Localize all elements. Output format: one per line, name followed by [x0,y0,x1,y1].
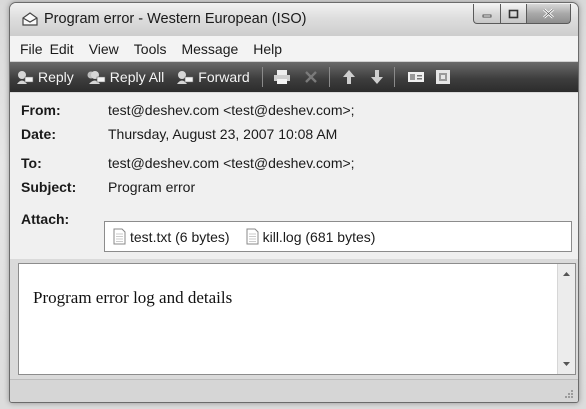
reply-all-icon [87,71,106,84]
message-window: Program error - Western European (ISO) F… [9,2,579,403]
from-value[interactable]: test@deshev.com <test@deshev.com>; [108,102,355,118]
attachment-name: kill.log (681 bytes) [262,228,376,245]
scroll-down-icon[interactable] [561,358,572,369]
reply-all-label: Reply All [109,69,165,85]
inbox-button[interactable] [435,69,451,85]
previous-button[interactable] [342,69,356,85]
minimize-icon [482,14,492,17]
subject-label: Subject: [21,179,77,195]
reply-label: Reply [38,69,74,85]
print-button[interactable] [273,69,291,85]
body-text: Program error log and details [33,288,233,307]
scroll-up-icon[interactable] [561,269,572,280]
envelope-icon [22,12,38,26]
attachment-item[interactable]: test.txt (6 bytes) [113,228,230,245]
menu-tools[interactable]: Tools [134,41,167,57]
reply-all-button[interactable]: Reply All [86,69,164,85]
inbox-icon [435,70,450,84]
file-icon [246,228,259,245]
menu-view[interactable]: View [89,41,119,57]
print-icon [273,70,290,84]
toolbar: Reply Reply All Forward [10,62,578,92]
from-label: From: [21,102,61,118]
forward-button[interactable]: Forward [176,69,250,85]
toolbar-separator [328,67,330,87]
menu-bar: File Edit View Tools Message Help [10,36,578,62]
attachment-item[interactable]: kill.log (681 bytes) [246,228,376,245]
date-value: Thursday, August 23, 2007 10:08 AM [108,126,338,142]
delete-button[interactable] [303,69,319,85]
menu-file[interactable]: File [20,41,43,57]
vertical-scrollbar[interactable] [557,264,575,374]
to-value[interactable]: test@deshev.com <test@deshev.com>; [108,155,355,171]
minimize-button[interactable] [473,4,501,24]
caption-buttons [473,4,571,24]
reply-button[interactable]: Reply [16,69,74,85]
next-icon [370,70,383,84]
window-title: Program error - Western European (ISO) [44,11,307,27]
forward-icon [177,71,194,84]
title-bar[interactable]: Program error - Western European (ISO) [10,3,578,36]
close-button[interactable] [527,4,571,24]
forward-label: Forward [198,69,250,85]
date-label: Date: [21,126,57,142]
reply-icon [17,71,34,84]
attachments-box: test.txt (6 bytes) kill.log (681 bytes) [104,221,572,252]
delete-icon [304,71,317,83]
maximize-icon [508,9,519,18]
message-body[interactable]: Program error log and details [18,263,576,375]
next-button[interactable] [370,69,384,85]
to-label: To: [21,155,42,171]
file-icon [113,228,126,245]
previous-icon [342,70,355,84]
close-icon [543,8,554,19]
menu-help[interactable]: Help [253,41,282,57]
addresses-button[interactable] [407,70,425,84]
attach-label: Attach: [21,211,70,227]
message-header: From: test@deshev.com <test@deshev.com>;… [10,93,578,259]
attachment-name: test.txt (6 bytes) [130,228,230,245]
subject-value: Program error [108,179,196,195]
menu-message[interactable]: Message [181,41,238,57]
maximize-button[interactable] [501,4,527,24]
menu-edit[interactable]: Edit [50,41,74,57]
resize-grip-icon[interactable] [564,389,574,399]
status-bar [10,379,578,402]
toolbar-separator [393,67,395,87]
toolbar-separator [261,67,263,87]
addresses-icon [407,72,424,82]
